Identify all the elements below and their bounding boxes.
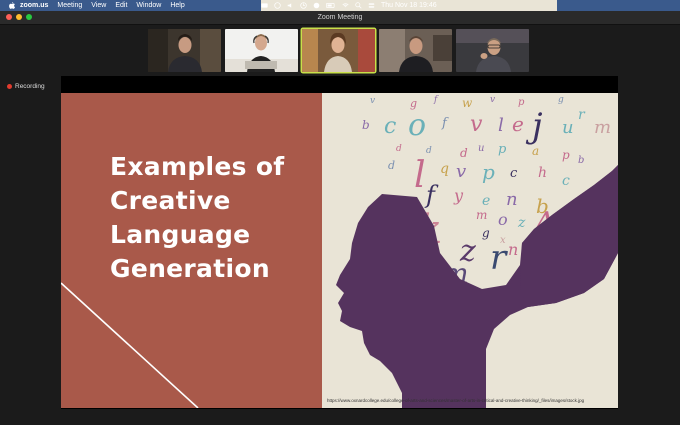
participant-video-3-active-speaker[interactable]	[302, 29, 375, 72]
svg-text:e: e	[482, 193, 490, 209]
svg-text:n: n	[506, 189, 518, 210]
svg-text:d: d	[426, 146, 432, 156]
svg-text:y: y	[453, 186, 464, 205]
slide-title-panel: Examples of Creative Language Generation	[61, 93, 322, 408]
svg-text:d: d	[460, 146, 468, 160]
battery-icon[interactable]	[326, 2, 336, 9]
control-center-icon[interactable]	[368, 2, 375, 9]
wifi-icon[interactable]	[342, 2, 349, 9]
svg-text:d: d	[396, 144, 402, 154]
svg-text:e: e	[512, 112, 524, 136]
menu-help[interactable]: Help	[170, 2, 184, 9]
svg-text:b: b	[362, 118, 370, 132]
svg-text:v: v	[456, 161, 466, 182]
shared-screen: Examples of Creative Language Generation…	[61, 76, 618, 409]
svg-text:a: a	[532, 144, 539, 158]
svg-text:c: c	[510, 166, 518, 181]
svg-text:l: l	[498, 115, 504, 136]
decorative-diagonal-line	[61, 282, 199, 408]
svg-text:o: o	[498, 210, 508, 229]
svg-text:h: h	[538, 165, 547, 181]
svg-text:v: v	[470, 112, 483, 137]
menu-view[interactable]: View	[91, 2, 106, 9]
participant-video-1[interactable]	[148, 29, 221, 72]
menu-window[interactable]: Window	[136, 2, 161, 9]
svg-text:v: v	[490, 95, 495, 105]
svg-text:p: p	[518, 97, 525, 108]
apple-icon[interactable]	[9, 2, 15, 9]
participant-video-2[interactable]	[225, 29, 298, 72]
recording-label: Recording	[15, 83, 45, 90]
svg-text:w: w	[462, 96, 473, 110]
traffic-lights	[6, 14, 32, 20]
minimize-window-button[interactable]	[16, 14, 22, 20]
menu-edit[interactable]: Edit	[115, 2, 127, 9]
svg-text:j: j	[525, 106, 543, 146]
svg-text:l: l	[414, 155, 426, 196]
clock-icon[interactable]	[300, 2, 307, 9]
window-title-bar: Zoom Meeting	[0, 11, 680, 25]
svg-text:r: r	[578, 107, 586, 123]
volume-icon[interactable]	[287, 2, 294, 9]
participant-video-4[interactable]	[379, 29, 452, 72]
svg-text:p: p	[562, 148, 570, 162]
svg-text:u: u	[478, 143, 484, 154]
svg-text:m: m	[476, 208, 487, 222]
participant-video-5[interactable]	[456, 29, 529, 72]
zoom-window-button[interactable]	[26, 14, 32, 20]
svg-text:f: f	[433, 95, 439, 105]
svg-text:g: g	[558, 95, 564, 105]
svg-text:p: p	[498, 142, 507, 157]
svg-text:g: g	[482, 226, 490, 240]
svg-text:c: c	[384, 114, 396, 139]
svg-text:m: m	[594, 117, 611, 138]
svg-text:n: n	[508, 240, 518, 259]
svg-text:c: c	[562, 173, 570, 189]
image-source-caption: https://www.oxnardcollege.edu/college-of…	[327, 398, 585, 403]
slide-image-panel: v g f w v p g b c o f v l e j u r m d d …	[322, 93, 618, 408]
head-with-letters-illustration: v g f w v p g b c o f v l e j u r m d d …	[336, 95, 618, 408]
svg-text:d: d	[388, 159, 395, 172]
svg-text:u: u	[562, 117, 574, 138]
menu-datetime[interactable]: Thu Nov 18 19:46	[381, 2, 437, 9]
participant-strip	[148, 29, 529, 72]
svg-text:v: v	[370, 96, 375, 106]
svg-text:p: p	[482, 160, 495, 184]
presentation-slide: Examples of Creative Language Generation…	[61, 93, 618, 408]
svg-text:f: f	[424, 181, 439, 209]
svg-text:q: q	[440, 161, 449, 177]
zoom-status-icon[interactable]	[261, 2, 268, 9]
close-window-button[interactable]	[6, 14, 12, 20]
info-icon[interactable]	[313, 2, 320, 9]
svg-text:z: z	[517, 215, 526, 231]
menu-bar: zoom.us Meeting View Edit Window Help Th…	[0, 0, 680, 11]
menu-app-name[interactable]: zoom.us	[20, 2, 48, 9]
svg-text:r: r	[490, 238, 508, 278]
svg-text:o: o	[408, 108, 426, 143]
search-icon[interactable]	[355, 2, 362, 9]
mute-icon[interactable]	[274, 2, 281, 9]
window-title: Zoom Meeting	[317, 14, 363, 21]
svg-text:b: b	[578, 155, 584, 166]
menu-meeting[interactable]: Meeting	[57, 2, 82, 9]
svg-text:f: f	[441, 116, 449, 131]
recording-indicator[interactable]: Recording	[7, 83, 45, 90]
record-dot-icon	[7, 84, 12, 89]
